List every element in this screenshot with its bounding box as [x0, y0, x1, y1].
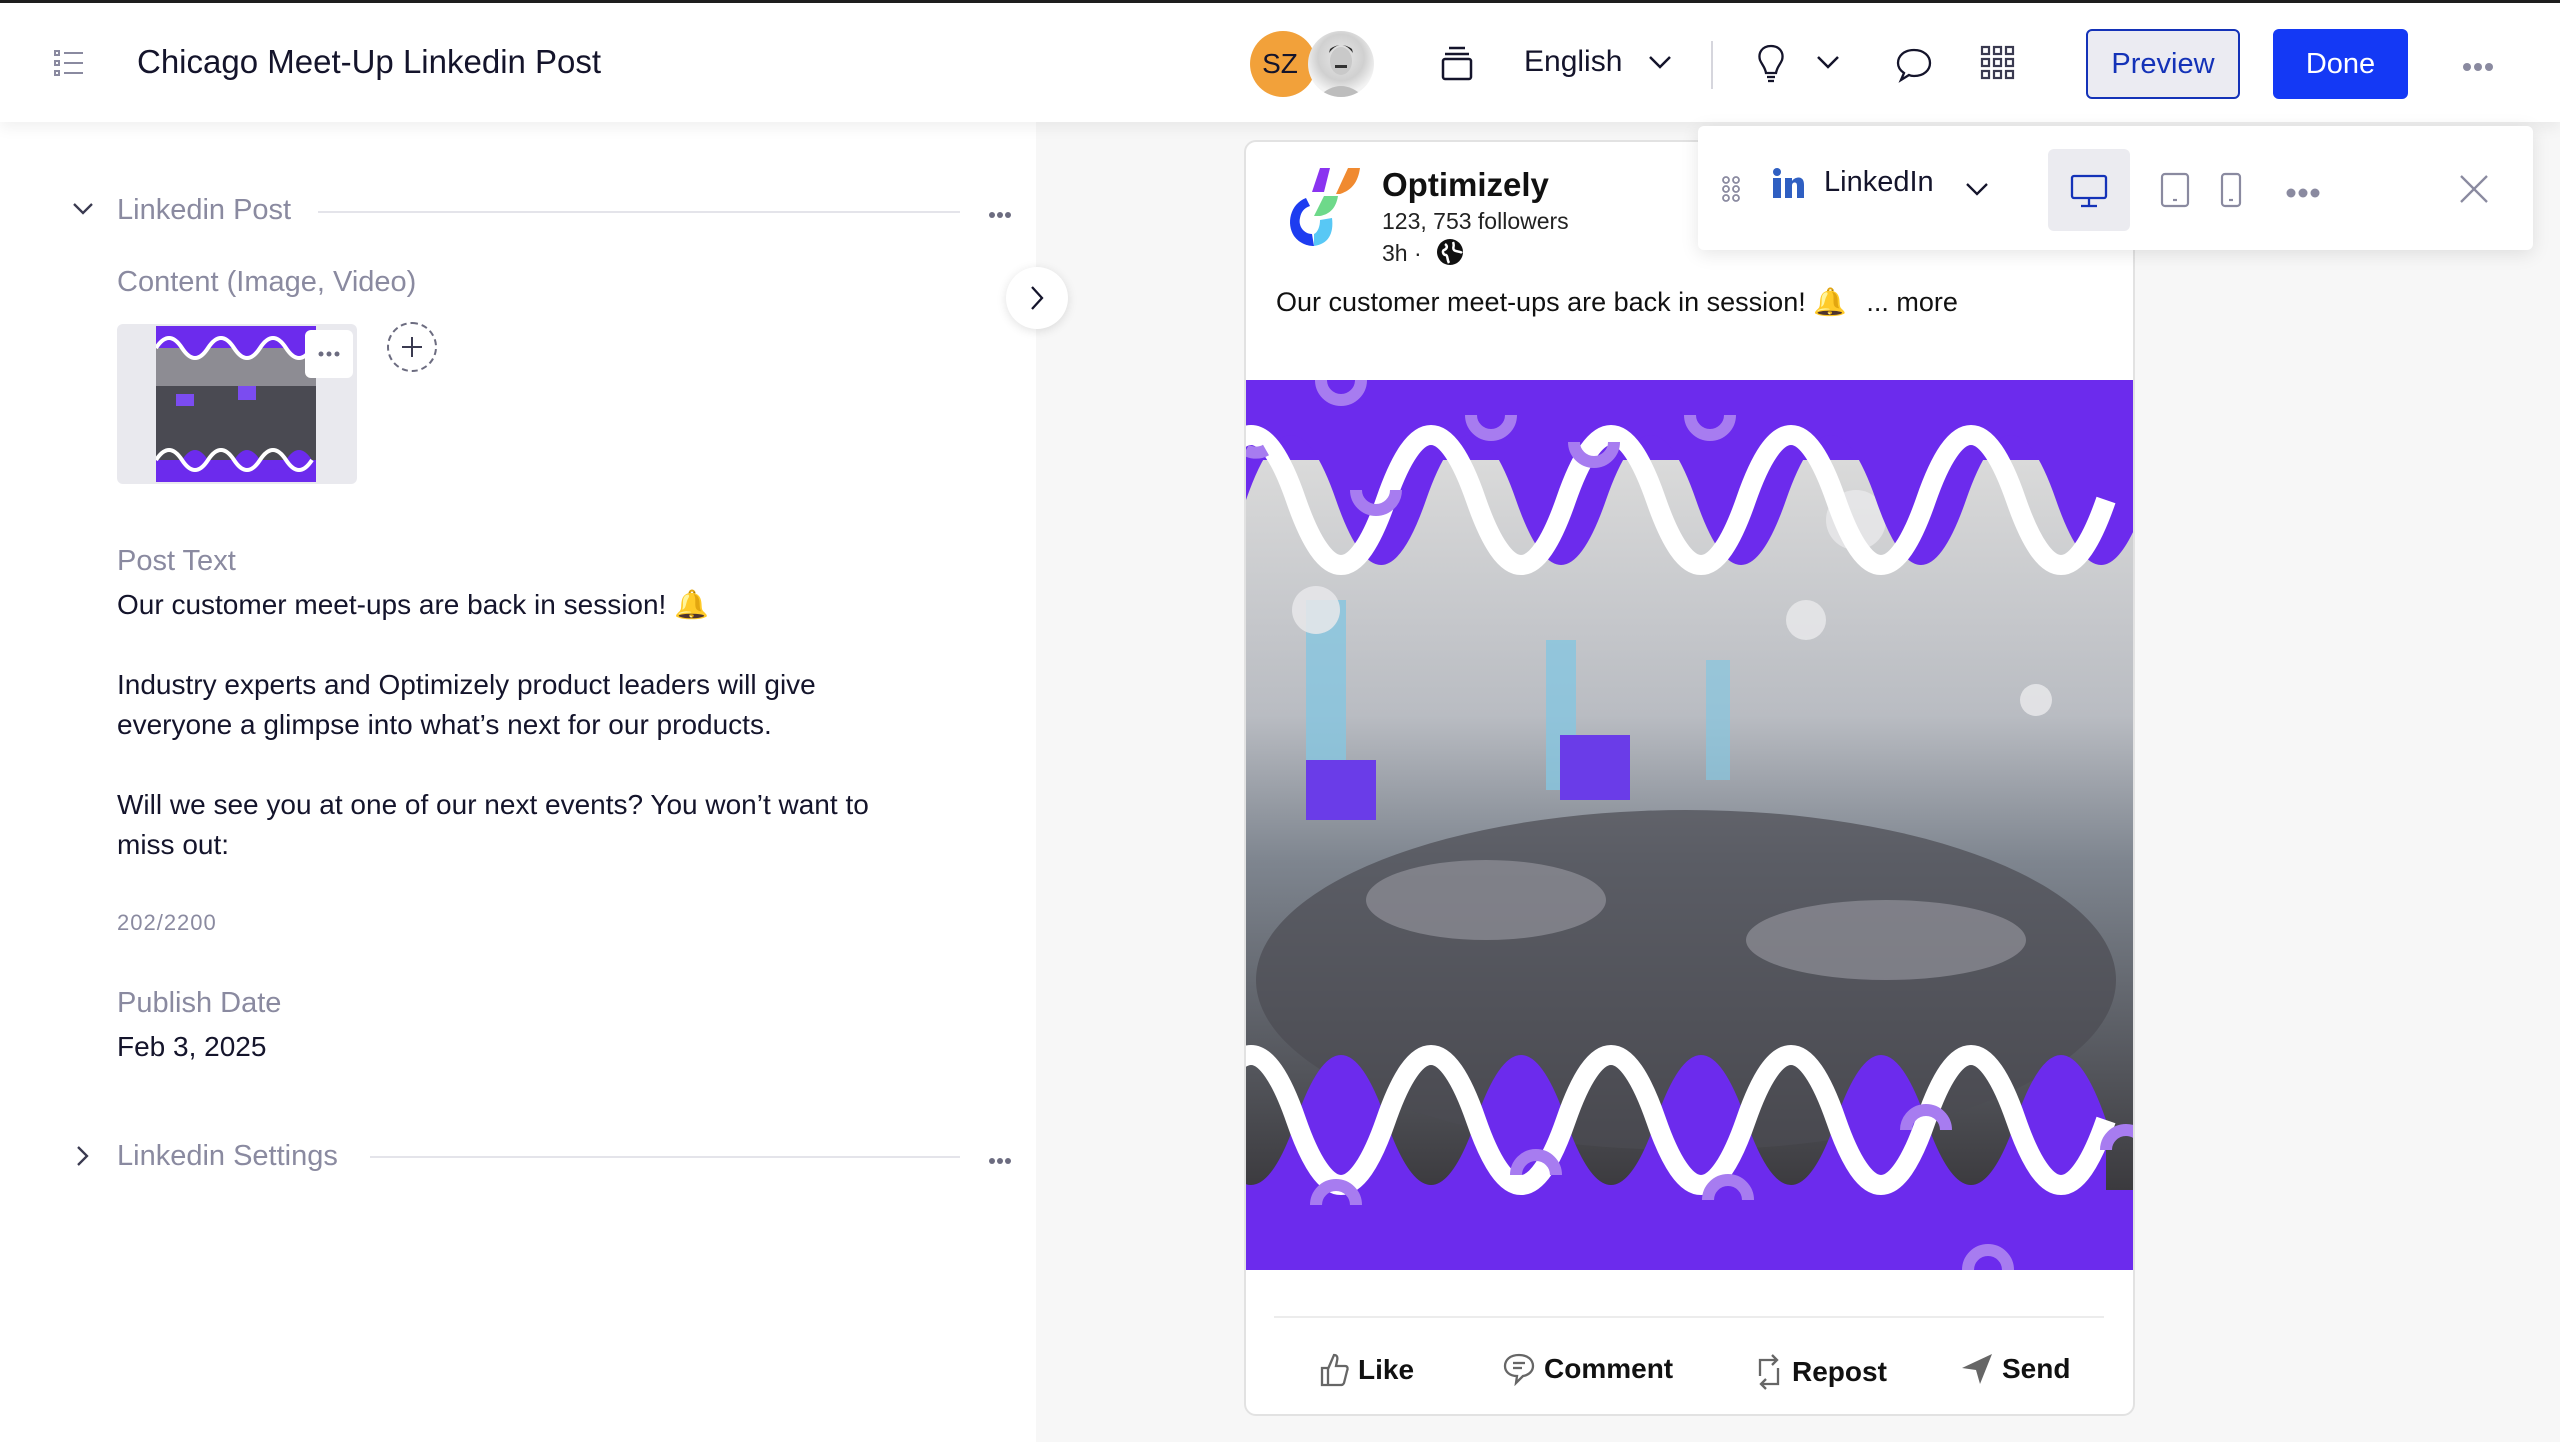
like-button[interactable]: Like — [1318, 1352, 1414, 1388]
linkedin-logo-icon — [1772, 168, 1804, 203]
section-title-linkedin-settings[interactable]: Linkedin Settings — [117, 1140, 338, 1173]
thumbs-up-icon — [1320, 1353, 1349, 1387]
chevron-down-icon[interactable] — [1965, 182, 1989, 201]
channel-selector[interactable]: LinkedIn — [1824, 166, 1934, 199]
comment-label: Comment — [1544, 1353, 1674, 1384]
avatar-user-sz[interactable]: SZ — [1250, 31, 1316, 97]
lightbulb-icon[interactable] — [1755, 43, 1787, 88]
section-divider — [370, 1156, 960, 1158]
chevron-down-icon[interactable] — [1648, 55, 1672, 74]
avatar-initials: SZ — [1262, 48, 1298, 79]
optimizely-logo — [1284, 164, 1364, 255]
character-counter: 202/2200 — [117, 910, 217, 935]
close-icon[interactable] — [2459, 174, 2489, 209]
preview-toolbar: LinkedIn — [1698, 126, 2533, 250]
drag-handle-icon[interactable] — [1722, 176, 1740, 207]
toolbar-more-icon[interactable] — [2286, 185, 2320, 203]
section-more-icon[interactable] — [988, 1152, 1012, 1170]
see-more-link[interactable]: ... more — [1866, 287, 1958, 317]
repost-icon — [1758, 1354, 1780, 1390]
post-image[interactable] — [1246, 380, 2133, 1270]
top-bar: Chicago Meet-Up Linkedin Post SZ English… — [0, 0, 2560, 122]
comment-button[interactable]: Comment — [1502, 1352, 1673, 1386]
media-thumbnail-image[interactable] — [156, 326, 316, 482]
send-button[interactable]: Send — [1960, 1352, 2070, 1386]
send-label: Send — [2002, 1353, 2071, 1384]
post-text: Our customer meet-ups are back in sessio… — [1276, 286, 1958, 318]
section-more-icon[interactable] — [988, 206, 1012, 224]
post-text-line: everyone a glimpse into what’s next for … — [117, 709, 772, 740]
mobile-icon — [2220, 172, 2242, 208]
done-button[interactable]: Done — [2273, 29, 2408, 99]
publish-date-label: Publish Date — [117, 987, 282, 1019]
add-media-button[interactable] — [387, 322, 437, 372]
divider — [1711, 41, 1713, 89]
comment-icon[interactable] — [1895, 47, 1933, 88]
publish-date-value[interactable]: Feb 3, 2025 — [117, 1027, 266, 1067]
device-tablet-button[interactable] — [2160, 172, 2190, 213]
chevron-down-icon[interactable] — [72, 202, 94, 221]
repost-button[interactable]: Repost — [1754, 1352, 1887, 1392]
outline-list-icon[interactable] — [54, 49, 84, 77]
desktop-icon — [2070, 174, 2108, 208]
follower-count: 123, 753 followers — [1382, 208, 1569, 234]
plus-icon — [402, 337, 422, 357]
chevron-right-icon — [1031, 286, 1044, 310]
editor-panel: Linkedin Post Content (Image, Video) Pos… — [0, 122, 1036, 1442]
collapse-panel-button[interactable] — [1006, 267, 1068, 329]
section-title-linkedin-post[interactable]: Linkedin Post — [117, 194, 291, 227]
post-text-label: Post Text — [117, 545, 236, 577]
apps-grid-icon[interactable] — [1980, 45, 2016, 86]
post-text-line: miss out: — [117, 829, 230, 860]
comment-icon — [1503, 1353, 1535, 1386]
like-label: Like — [1358, 1354, 1415, 1385]
chevron-down-icon[interactable] — [1816, 55, 1840, 74]
device-desktop-button[interactable] — [2048, 149, 2130, 231]
post-text-line: Industry experts and Optimizely product … — [117, 669, 816, 700]
send-icon — [1962, 1354, 1992, 1384]
actions-divider — [1274, 1316, 2104, 1318]
globe-icon — [1436, 238, 1464, 271]
post-text-field[interactable]: Our customer meet-ups are back in sessio… — [117, 585, 869, 865]
media-more-button[interactable] — [305, 330, 353, 378]
content-field-label: Content (Image, Video) — [117, 266, 417, 298]
company-name[interactable]: Optimizely — [1382, 166, 1549, 204]
more-options-icon[interactable] — [2462, 59, 2494, 77]
chevron-right-icon[interactable] — [76, 1145, 90, 1172]
device-mobile-button[interactable] — [2220, 172, 2242, 213]
avatar-user-photo[interactable] — [1308, 31, 1374, 97]
versions-stack-icon[interactable] — [1440, 45, 1474, 86]
section-divider — [318, 211, 960, 213]
post-text-line: Will we see you at one of our next event… — [117, 789, 869, 820]
document-title: Chicago Meet-Up Linkedin Post — [137, 43, 602, 80]
post-text-line: Our customer meet-ups are back in sessio… — [117, 589, 709, 620]
post-age: 3h · — [1382, 240, 1422, 266]
post-text-content: Our customer meet-ups are back in sessio… — [1276, 287, 1847, 317]
repost-label: Repost — [1792, 1356, 1887, 1387]
language-selector[interactable]: English — [1524, 45, 1622, 79]
linkedin-post-preview: Optimizely 123, 753 followers 3h · Our c… — [1244, 140, 2135, 1416]
preview-button[interactable]: Preview — [2086, 29, 2240, 99]
tablet-icon — [2160, 172, 2190, 208]
